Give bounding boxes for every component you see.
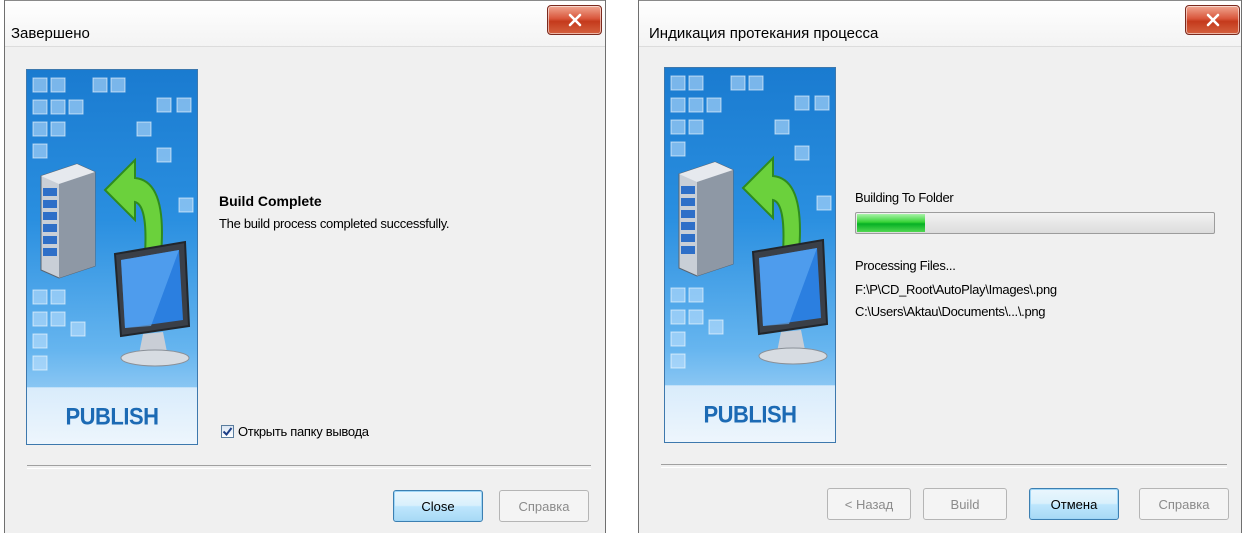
open-folder-checkbox[interactable]	[221, 425, 234, 438]
banner-title: PUBLISH WIZARD	[27, 387, 197, 444]
title-divider	[639, 46, 1241, 47]
cancel-button[interactable]: Отмена	[1029, 488, 1119, 520]
close-button[interactable]: Close	[393, 490, 483, 522]
server-icon	[678, 161, 734, 277]
build-button[interactable]: Build	[923, 488, 1007, 520]
title-bar: Индикация протекания процесса	[639, 0, 1241, 47]
window-title: Завершено	[11, 25, 90, 42]
help-button[interactable]: Справка	[1139, 488, 1229, 520]
button-separator	[661, 464, 1227, 468]
server-icon	[40, 163, 96, 279]
banner-title: PUBLISH WIZARD	[665, 385, 835, 442]
window-close-button[interactable]	[1185, 5, 1240, 35]
target-path: C:\Users\Aktau\Documents\...\.png	[855, 304, 1046, 319]
monitor-icon	[113, 240, 191, 367]
wizard-banner: PUBLISH WIZARD	[664, 67, 836, 443]
build-complete-message: The build process completed successfully…	[219, 216, 450, 231]
title-bar: Завершено	[5, 0, 605, 47]
button-separator	[27, 465, 591, 469]
open-folder-label[interactable]: Открыть папку вывода	[238, 424, 369, 439]
source-path: F:\P\CD_Root\AutoPlay\Images\.png	[855, 282, 1057, 297]
processing-label: Processing Files...	[855, 258, 956, 273]
title-divider	[5, 46, 605, 47]
wizard-banner: PUBLISH WIZARD	[26, 69, 198, 445]
build-progress-bar	[855, 212, 1215, 234]
window-close-button[interactable]	[547, 5, 602, 35]
close-x-icon	[1206, 13, 1219, 27]
window-title: Индикация протекания процесса	[649, 25, 879, 42]
status-label: Building To Folder	[855, 190, 954, 205]
build-progress-dialog: Индикация протекания процесса PUBLISH Bu…	[638, 0, 1242, 533]
back-button[interactable]: < Назад	[827, 488, 911, 520]
help-button[interactable]: Справка	[499, 490, 589, 522]
build-complete-heading: Build Complete	[219, 193, 322, 209]
build-complete-dialog: Завершено PUBLISH Build Complete The bui…	[4, 0, 606, 533]
checkmark-icon	[222, 427, 233, 437]
monitor-icon	[751, 238, 829, 365]
progress-fill	[857, 214, 926, 232]
close-x-icon	[568, 13, 581, 27]
